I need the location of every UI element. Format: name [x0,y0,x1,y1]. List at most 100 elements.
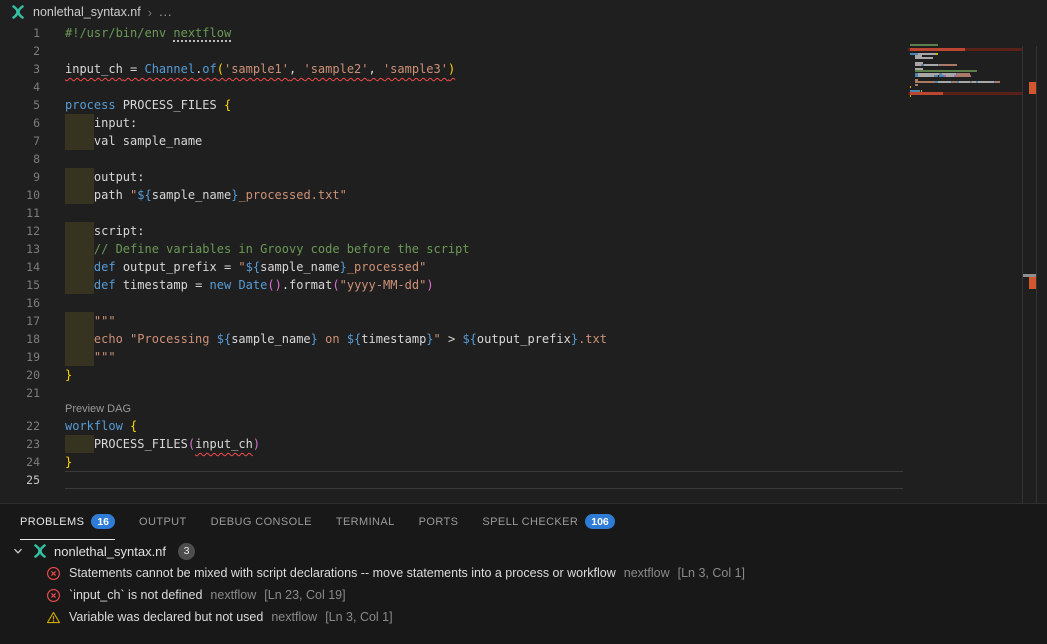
panel-tab-terminal[interactable]: TERMINAL [336,504,395,540]
line-content: script: [65,222,144,240]
code-line[interactable]: 5process PROCESS_FILES { [0,96,905,114]
chevron-down-icon[interactable] [10,543,26,559]
problem-location: [Ln 3, Col 1] [325,610,392,624]
nextflow-file-icon [32,543,48,559]
code-token: #!/usr/bin/env [65,26,173,40]
code-line[interactable]: 8 [0,150,905,168]
code-editor[interactable]: 1#!/usr/bin/env nextflow23input_ch = Cha… [0,24,1022,503]
line-content: input: [65,114,137,132]
warning-icon [46,610,61,625]
minimap-code-bar [910,44,928,46]
line-content: #!/usr/bin/env nextflow [65,24,231,42]
code-token: workflow [65,419,123,433]
indent-guide-block [65,258,94,276]
minimap-code-bar [978,81,994,83]
line-number: 8 [0,150,40,168]
code-token: output_prefix [477,332,571,346]
code-line[interactable]: 6 input: [0,114,905,132]
code-line[interactable]: 2 [0,42,905,60]
problem-row[interactable]: `input_ch` is not definednextflow[Ln 23,… [0,584,1047,606]
code-token: ( [188,437,195,451]
code-line[interactable]: 24} [0,453,905,471]
code-line[interactable]: 1#!/usr/bin/env nextflow [0,24,905,42]
code-line[interactable]: 20} [0,366,905,384]
panel-tab-problems[interactable]: PROBLEMS16 [20,504,115,540]
minimap-error-hot [910,92,943,95]
indent-guide-block [65,222,94,240]
indent-guide-block [65,312,94,330]
code-line[interactable]: 19 """ [0,348,905,366]
minimap-error-hot [910,48,965,51]
indent-guide-block [65,348,94,366]
line-content: """ [65,312,116,330]
minimap-code-bar [938,81,951,83]
code-token: ${ [137,188,151,202]
line-number: 14 [0,258,40,276]
code-token: on [318,332,347,346]
code-line[interactable]: 17 """ [0,312,905,330]
panel-tab-debug-console[interactable]: DEBUG CONSOLE [211,504,312,540]
minimap-code-bar [934,75,938,77]
breadcrumb-more[interactable]: ... [159,5,172,19]
problem-row[interactable]: Variable was declared but not usednextfl… [0,606,1047,628]
code-line[interactable]: 9 output: [0,168,905,186]
panel-tab-label: TERMINAL [336,516,395,528]
code-token: PROCESS_FILES [116,98,224,112]
code-line[interactable]: 4 [0,78,905,96]
code-line[interactable]: 13 // Define variables in Groovy code be… [0,240,905,258]
codelens-preview-dag[interactable]: Preview DAG [0,402,905,417]
code-token: = [123,62,145,76]
code-token: ${ [347,332,361,346]
panel-tab-label: DEBUG CONSOLE [211,516,312,528]
code-token: , [289,62,303,76]
code-token: 'sample2' [303,62,368,76]
code-line[interactable]: 7 val sample_name [0,132,905,150]
problems-file-group[interactable]: nonlethal_syntax.nf 3 [0,540,1047,562]
code-line[interactable]: 18 echo "Processing ${sample_name} on ${… [0,330,905,348]
problem-row[interactable]: Statements cannot be mixed with script d… [0,562,1047,584]
problem-message: `input_ch` is not defined [69,588,202,602]
line-number: 12 [0,222,40,240]
panel-tab-spell-checker[interactable]: SPELL CHECKER106 [482,504,614,540]
code-line[interactable]: 22workflow { [0,417,905,435]
code-line[interactable]: 12 script: [0,222,905,240]
minimap-error-highlight [908,48,1022,51]
problem-source: nextflow [271,610,317,624]
scrollbar-slider[interactable] [1023,274,1036,277]
line-number: 21 [0,384,40,402]
code-token: ${ [217,332,231,346]
code-token: Channel [144,62,195,76]
panel-tab-label: SPELL CHECKER [482,516,578,528]
code-token: """ [94,350,116,364]
code-line[interactable]: 14 def output_prefix = "${sample_name}_p… [0,258,905,276]
code-token: // Define variables in Groovy code befor… [94,242,470,256]
line-content: echo "Processing ${sample_name} on ${tim… [65,330,607,348]
line-content: def output_prefix = "${sample_name}_proc… [65,258,426,276]
code-line[interactable]: 10 path "${sample_name}_processed.txt" [0,186,905,204]
line-content: output: [65,168,144,186]
code-line[interactable]: 11 [0,204,905,222]
code-token: } [65,455,72,469]
panel-tab-output[interactable]: OUTPUT [139,504,187,540]
code-line[interactable]: 23 PROCESS_FILES(input_ch) [0,435,905,453]
code-line[interactable]: 15 def timestamp = new Date().format("yy… [0,276,905,294]
line-number: 22 [0,417,40,435]
problem-message: Statements cannot be mixed with script d… [69,566,616,580]
breadcrumb-filename[interactable]: nonlethal_syntax.nf [33,5,141,19]
code-token: _processed" [347,260,426,274]
indent-guide-block [65,132,94,150]
line-content: input_ch = Channel.of('sample1', 'sample… [65,60,455,78]
code-token: output: [94,170,145,184]
code-line[interactable]: 21 [0,384,905,402]
code-token: ${ [246,260,260,274]
code-line[interactable]: 25 [0,471,905,489]
panel-tab-ports[interactable]: PORTS [419,504,459,540]
minimap[interactable] [905,48,1047,527]
code-token: { [224,98,231,112]
code-line[interactable]: 3input_ch = Channel.of('sample1', 'sampl… [0,60,905,78]
overview-ruler-error-mark [1029,82,1036,94]
error-squiggle-span: input_ch = Channel.of('sample1', 'sample… [65,62,455,76]
code-line[interactable]: 16 [0,294,905,312]
code-token: ( [217,62,224,76]
line-number: 9 [0,168,40,186]
